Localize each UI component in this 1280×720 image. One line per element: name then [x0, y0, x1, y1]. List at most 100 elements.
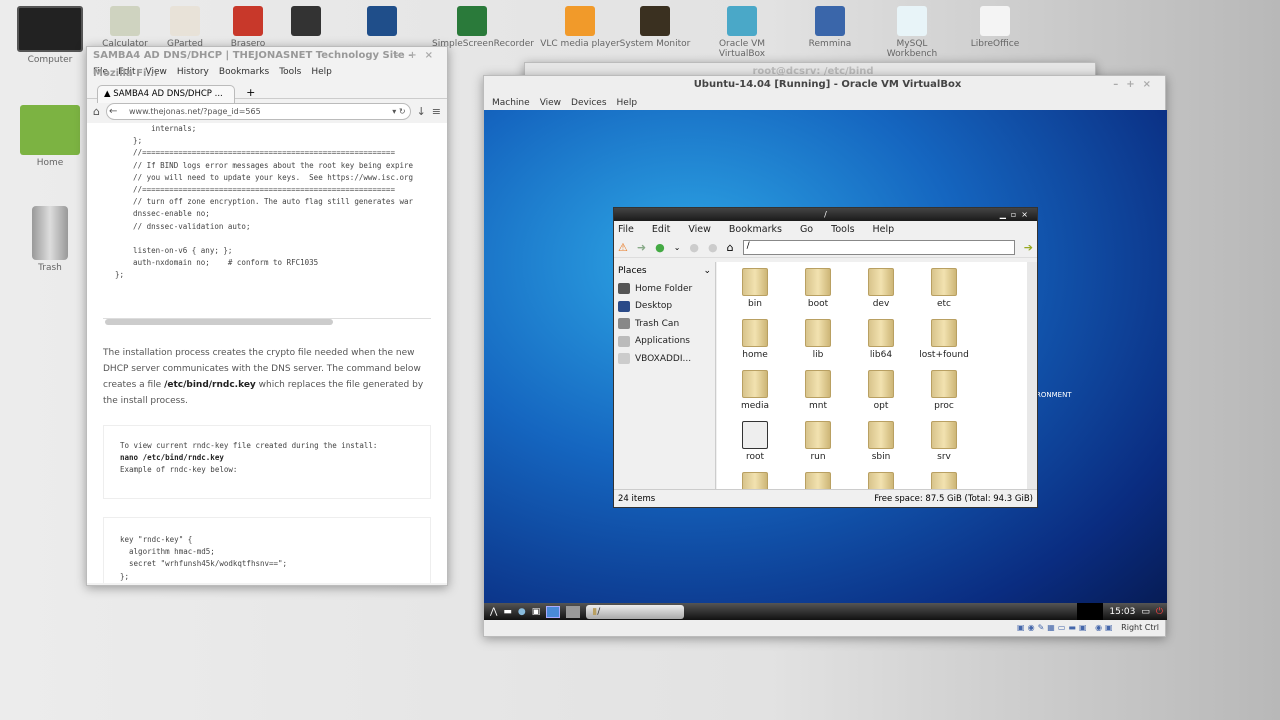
minimize-all-icon[interactable]: ▬: [503, 607, 512, 617]
download-icon[interactable]: ↓: [417, 105, 426, 118]
place-item[interactable]: Applications: [614, 333, 715, 351]
folder-item[interactable]: sbin: [851, 421, 911, 462]
app-icon: [815, 6, 845, 36]
desktop-icon[interactable]: SimpleScreenRecorder: [432, 6, 534, 49]
menu-icon[interactable]: ≡: [432, 105, 441, 118]
desktop-icon-trash[interactable]: Trash: [10, 206, 90, 273]
desktop-icon[interactable]: Remmina: [790, 6, 870, 49]
desktop-icon[interactable]: [342, 6, 422, 39]
desktop-icon-computer[interactable]: Computer: [10, 6, 90, 65]
place-item[interactable]: VBOXADDI...: [614, 350, 715, 368]
folder-item[interactable]: srv: [914, 421, 974, 462]
stop-icon[interactable]: ●: [708, 241, 718, 254]
page-content[interactable]: internals; }; //========================…: [87, 123, 447, 583]
go-icon[interactable]: ➔: [1024, 241, 1033, 254]
reload-icon[interactable]: ▾ ↻: [392, 104, 405, 119]
menu-item[interactable]: Help: [617, 98, 638, 108]
place-item[interactable]: Home Folder: [614, 280, 715, 298]
desktop-icon[interactable]: VLC media player: [540, 6, 620, 49]
vertical-scrollbar[interactable]: [1027, 262, 1037, 490]
menu-item[interactable]: Bookmarks: [729, 224, 782, 235]
menu-item[interactable]: View: [540, 98, 561, 108]
desktop-icon[interactable]: MySQL Workbench: [872, 6, 952, 59]
folder-item[interactable]: home: [725, 319, 785, 360]
folder-icon: [805, 268, 831, 296]
folder-item[interactable]: [914, 472, 974, 490]
menu-item[interactable]: Machine: [492, 98, 530, 108]
guest-display[interactable]: RONMENT ⋀ ▬ ● ▣ ▮/ 15:03 ▭ ⏻ / ▁▫× File Edit Vie…: [484, 110, 1167, 620]
folder-item[interactable]: [725, 472, 785, 490]
folder-item[interactable]: opt: [851, 370, 911, 411]
desktop-icon[interactable]: Oracle VM VirtualBox: [702, 6, 782, 59]
folder-icon: [931, 421, 957, 449]
menu-item[interactable]: Help: [873, 224, 895, 235]
power-icon[interactable]: ⏻: [1156, 607, 1163, 617]
network-icon[interactable]: ▭: [1141, 607, 1150, 617]
folder-item[interactable]: proc: [914, 370, 974, 411]
horizontal-scrollbar[interactable]: [105, 319, 333, 325]
window-controls[interactable]: –+×: [395, 47, 441, 65]
device-icons[interactable]: ▣◉✎▦▭▬▣ ◉▣: [1017, 623, 1121, 632]
history-chevron-icon[interactable]: ⌄: [674, 243, 681, 252]
back-icon[interactable]: ←: [109, 104, 117, 119]
menu-item[interactable]: Edit: [652, 224, 670, 235]
forward-icon[interactable]: ➜: [637, 241, 646, 254]
start-menu-icon[interactable]: ⋀: [490, 607, 497, 617]
url-bar[interactable]: ← www.thejonas.net/?page_id=565 ▾ ↻: [105, 102, 411, 120]
desktop-icon[interactable]: System Monitor: [615, 6, 695, 49]
folder-icon: [868, 472, 894, 490]
menu-item[interactable]: Help: [311, 67, 332, 77]
menu-item[interactable]: Tools: [279, 67, 301, 77]
firefox-window[interactable]: SAMBA4 AD DNS/DHCP | THEJONASNET Technol…: [86, 46, 448, 586]
new-tab-button[interactable]: +: [246, 86, 255, 99]
folder-item[interactable]: lib64: [851, 319, 911, 360]
folder-item[interactable]: boot: [788, 268, 848, 309]
menu-item[interactable]: Tools: [831, 224, 854, 235]
folder-icon: [742, 268, 768, 296]
desktop-icon-home[interactable]: Home: [10, 105, 90, 168]
menu-item[interactable]: Bookmarks: [219, 67, 269, 77]
folder-icon: [805, 472, 831, 490]
home-icon[interactable]: ⌂: [93, 105, 100, 118]
menu-item[interactable]: Devices: [571, 98, 606, 108]
folder-item[interactable]: [788, 472, 848, 490]
folder-item[interactable]: dev: [851, 268, 911, 309]
folder-item[interactable]: lib: [788, 319, 848, 360]
browser-icon[interactable]: ●: [518, 607, 526, 617]
home-icon[interactable]: ⌂: [727, 241, 734, 254]
folder-item[interactable]: media: [725, 370, 785, 411]
desktop-icon[interactable]: [266, 6, 346, 39]
place-item[interactable]: Trash Can: [614, 315, 715, 333]
path-input[interactable]: /: [742, 240, 1015, 255]
host-key-label: Right Ctrl: [1121, 623, 1159, 632]
folder-item[interactable]: root: [725, 421, 785, 462]
folder-item[interactable]: [851, 472, 911, 490]
wallpaper-text: RONMENT: [1036, 391, 1072, 399]
windows-icon[interactable]: ▣: [532, 607, 541, 617]
clock[interactable]: 15:03: [1109, 607, 1135, 617]
window-controls[interactable]: ▁▫×: [1000, 208, 1033, 221]
task-file-manager[interactable]: ▮/: [586, 604, 685, 619]
up-icon[interactable]: ●: [689, 241, 699, 254]
menu-item[interactable]: History: [177, 67, 209, 77]
folder-item[interactable]: etc: [914, 268, 974, 309]
file-manager-window[interactable]: / ▁▫× File Edit View Bookmarks Go Tools Help ⚠ ➜…: [613, 207, 1038, 508]
menu-item[interactable]: File: [618, 224, 634, 235]
folder-item[interactable]: mnt: [788, 370, 848, 411]
folder-item[interactable]: run: [788, 421, 848, 462]
folder-item[interactable]: lost+found: [914, 319, 974, 360]
place-item[interactable]: Desktop: [614, 298, 715, 316]
menu-item[interactable]: View: [688, 224, 711, 235]
workspace-1[interactable]: [546, 605, 561, 618]
firefox-title: SAMBA4 AD DNS/DHCP | THEJONASNET Technol…: [87, 47, 447, 79]
workspace-2[interactable]: [566, 605, 581, 618]
folder-icon: [742, 319, 768, 347]
browser-tab[interactable]: ▲ SAMBA4 AD DNS/DHCP ... ×: [97, 85, 235, 115]
folder-item[interactable]: bin: [725, 268, 785, 309]
places-header[interactable]: Places ⌄: [614, 262, 715, 280]
menu-item[interactable]: Go: [800, 224, 813, 235]
desktop-icon[interactable]: LibreOffice: [955, 6, 1035, 49]
back-icon[interactable]: ●: [655, 241, 665, 254]
window-controls[interactable]: –+×: [1113, 76, 1159, 94]
virtualbox-window[interactable]: Ubuntu-14.04 [Running] - Oracle VM Virtu…: [483, 75, 1167, 637]
